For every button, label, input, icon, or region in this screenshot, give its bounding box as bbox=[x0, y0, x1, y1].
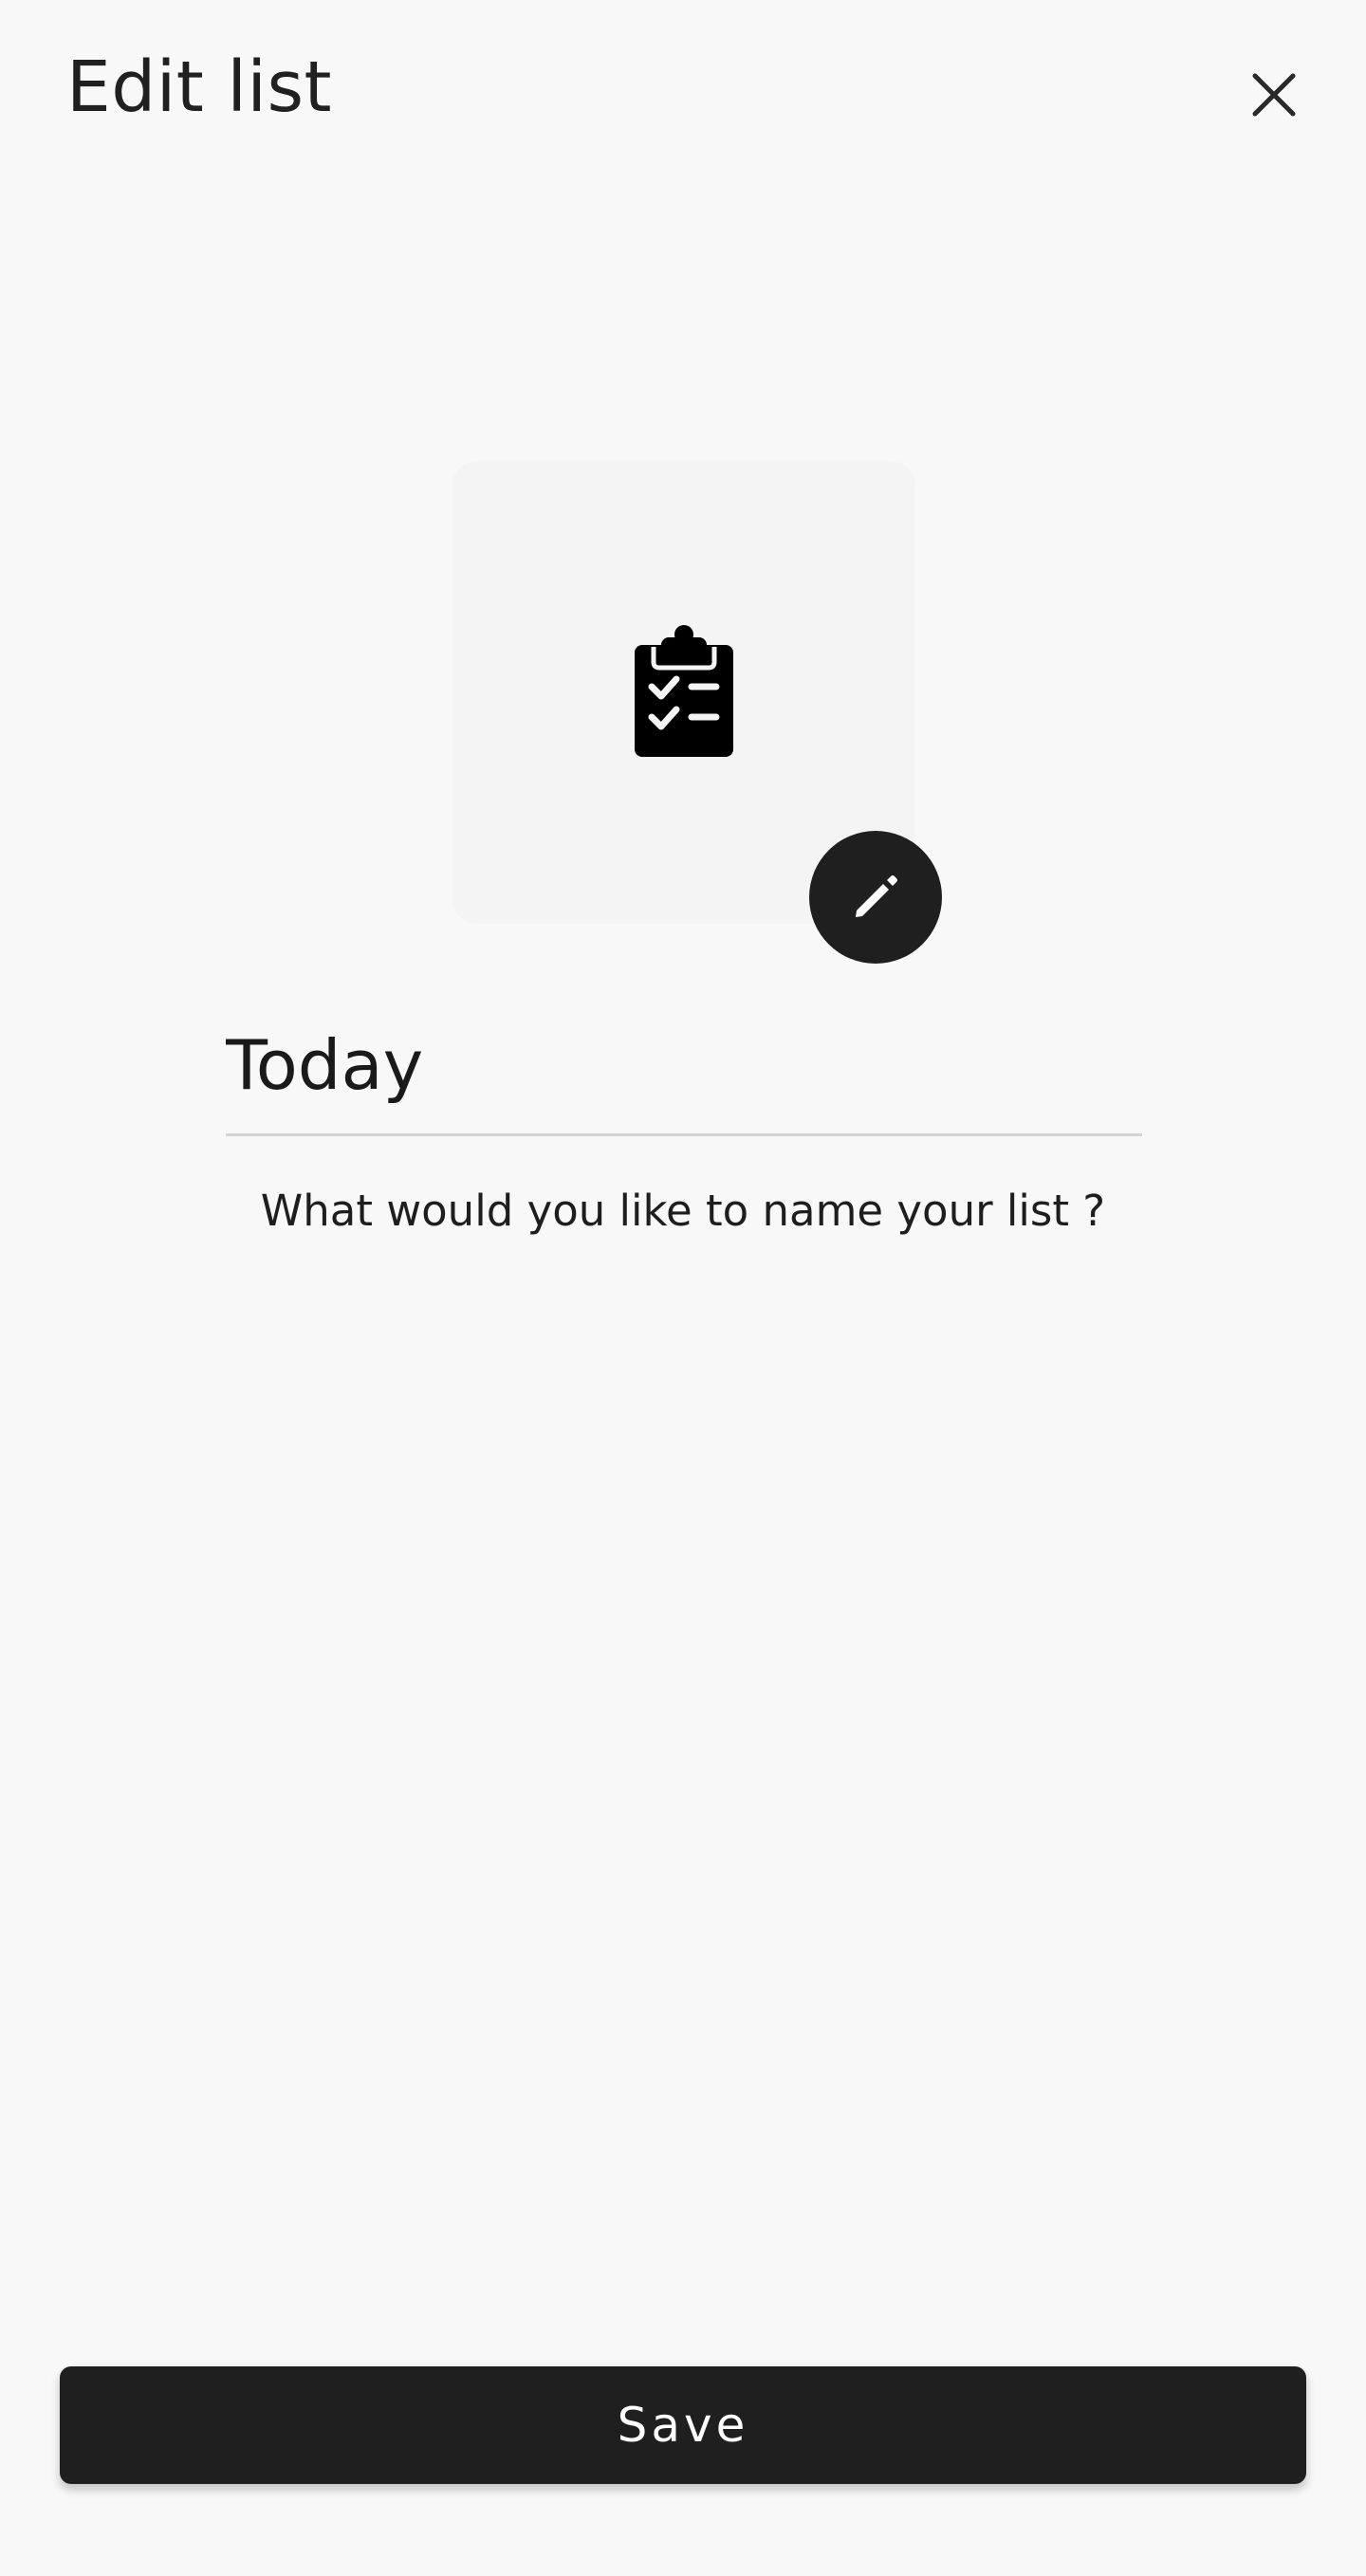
top-app-bar: Edit list bbox=[0, 0, 1366, 180]
pencil-icon bbox=[856, 875, 897, 917]
list-name-helper-text: What would you like to name your list ? bbox=[260, 1186, 1106, 1236]
edit-icon-button[interactable] bbox=[809, 831, 942, 964]
list-name-input[interactable] bbox=[226, 996, 1142, 1136]
clipboard-check-icon bbox=[635, 625, 733, 757]
close-button[interactable] bbox=[1228, 49, 1320, 140]
save-button[interactable]: Save bbox=[60, 2366, 1306, 2484]
page-title: Edit list bbox=[66, 46, 333, 128]
close-icon bbox=[1252, 73, 1296, 117]
list-name-field[interactable] bbox=[226, 996, 1142, 1140]
